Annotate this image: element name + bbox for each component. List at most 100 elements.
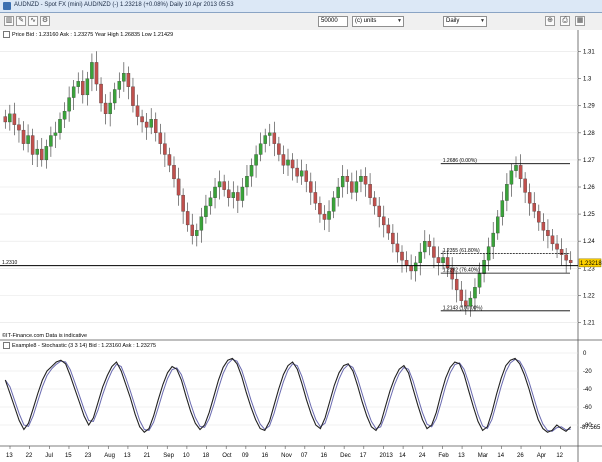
x-tick-label: 16 — [262, 453, 269, 459]
candle — [71, 86, 76, 98]
candle — [377, 205, 381, 217]
candle — [336, 186, 340, 198]
candle — [85, 78, 90, 96]
stochastic-y-tick-label: -20 — [583, 369, 592, 375]
candle — [359, 176, 363, 182]
candle — [500, 200, 505, 217]
candle — [167, 154, 172, 166]
candle — [12, 113, 17, 125]
candle — [295, 167, 299, 177]
zoom-icon[interactable]: ⊕ — [545, 16, 555, 26]
draw-tools-icon[interactable]: ✎ — [16, 16, 26, 26]
candle — [62, 110, 67, 120]
candle — [117, 81, 122, 90]
candle — [350, 181, 354, 193]
candle — [181, 194, 185, 212]
watermark: ©IT-Finance.com Data is indicative — [2, 333, 88, 339]
candle — [363, 176, 368, 185]
quantity-input[interactable]: 50000 — [318, 16, 348, 27]
candle — [272, 132, 277, 144]
price-header-text: Price Bid : 1.23160 Ask : 1.23275 Year H… — [12, 31, 174, 38]
candle — [53, 132, 58, 136]
candle — [26, 135, 30, 144]
chart-canvas[interactable]: 1.31 1.3 1.29 1.28 1.27 1.26 1.25 1.24 1.23 1.22 1… — [0, 30, 602, 462]
chart-grid-icon[interactable]: ▦ — [575, 16, 585, 26]
chart-type-icon[interactable]: ▥ — [4, 16, 14, 26]
candle — [532, 203, 536, 212]
candle — [217, 181, 222, 188]
settings-icon[interactable]: ⚙ — [40, 16, 50, 26]
candle — [432, 246, 436, 258]
candle — [400, 251, 404, 261]
x-tick-label: 21 — [144, 453, 151, 459]
candle — [40, 148, 44, 161]
candle — [140, 116, 144, 123]
x-tick-label: Dec — [340, 453, 351, 459]
x-tick-label: Mar — [478, 453, 488, 459]
candle — [231, 192, 236, 198]
price-y-tick-label: 1.3 — [583, 77, 592, 83]
candle — [327, 211, 331, 220]
candle — [473, 287, 477, 299]
candle — [268, 132, 272, 136]
interval-select[interactable]: Daily ▼ — [443, 16, 487, 27]
candle — [240, 186, 245, 201]
candle — [523, 178, 527, 193]
candle — [559, 249, 564, 255]
candle — [21, 129, 26, 144]
title-bar: AUDNZD - Spot FX (mini) AUD/NZD (-) 1.23… — [0, 0, 602, 13]
candle — [185, 211, 190, 226]
candle — [304, 170, 308, 182]
app-icon — [3, 2, 11, 10]
candle — [286, 159, 290, 166]
candle — [555, 243, 559, 250]
fib-level-label: 1.2143 (100.00%) — [443, 305, 483, 311]
stochastic-y-tick-label: -40 — [583, 387, 592, 393]
x-tick-label: 12 — [556, 453, 563, 459]
x-tick-label: 13 — [458, 453, 465, 459]
units-select[interactable]: (c) units ▼ — [352, 16, 404, 27]
x-tick-label: 14 — [399, 453, 406, 459]
units-value: (c) units — [355, 18, 377, 24]
candle — [3, 116, 8, 123]
x-tick-label: Oct — [222, 453, 232, 459]
x-tick-label: 10 — [183, 453, 190, 459]
indicator-icon[interactable]: ∿ — [28, 16, 38, 26]
x-tick-label: 07 — [301, 453, 308, 459]
candle — [176, 178, 181, 196]
candle — [477, 273, 482, 288]
candle — [436, 257, 441, 264]
panel-close-icon[interactable] — [3, 342, 10, 349]
candle — [299, 170, 304, 177]
candle — [254, 154, 258, 166]
interval-value: Daily — [446, 18, 460, 24]
candle — [122, 73, 126, 82]
candle — [309, 181, 313, 193]
candle — [126, 73, 131, 87]
x-tick-label: Sep — [163, 453, 174, 459]
candle — [514, 165, 518, 171]
price-y-tick-label: 1.22 — [583, 293, 595, 299]
candle — [49, 135, 53, 147]
candle — [190, 224, 194, 236]
candle — [537, 211, 541, 223]
candle — [496, 216, 500, 234]
candle — [368, 184, 372, 198]
candle — [386, 224, 391, 234]
candle — [131, 86, 135, 106]
panel-close-icon[interactable] — [3, 31, 10, 38]
candle — [245, 176, 249, 188]
x-tick-label: 17 — [360, 453, 367, 459]
candle — [103, 102, 108, 115]
candle — [409, 265, 413, 272]
candle — [226, 189, 231, 198]
candle — [482, 259, 486, 274]
print-icon[interactable]: ⎙ — [560, 16, 570, 26]
stochastic-last-value: -87.565 — [580, 425, 601, 431]
candle — [8, 113, 12, 123]
x-tick-label: 09 — [242, 453, 249, 459]
candle — [158, 132, 163, 144]
chart-area[interactable]: 1.31 1.3 1.29 1.28 1.27 1.26 1.25 1.24 1.23 1.22 1… — [0, 30, 602, 462]
candle — [345, 176, 350, 182]
last-price-value: 1.23218 — [580, 261, 602, 267]
